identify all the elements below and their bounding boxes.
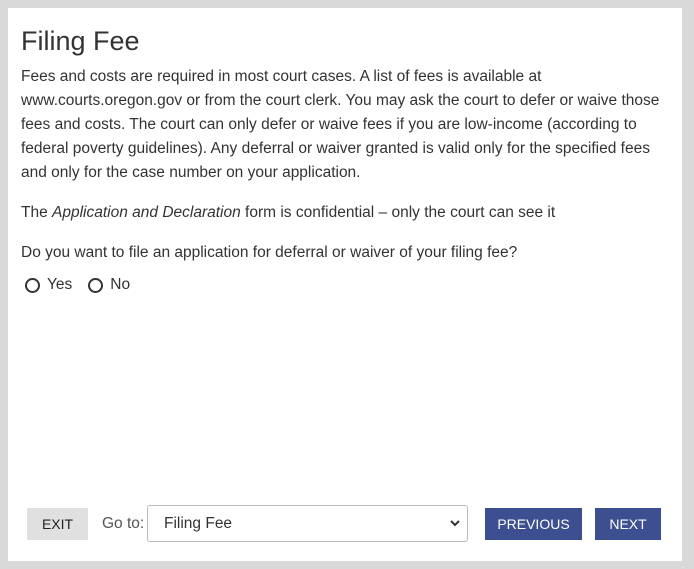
radio-yes-label: Yes: [47, 276, 73, 293]
confidential-notice-prefix: The: [21, 204, 53, 221]
radio-no-label: No: [110, 276, 131, 293]
radio-option-yes[interactable]: Yes: [25, 276, 72, 294]
radio-yes-circle[interactable]: [25, 277, 40, 293]
goto-select[interactable]: Filing Fee: [147, 505, 468, 542]
page-title: Filing Fee: [21, 26, 140, 56]
main-panel: Filing Fee Fees and costs are required i…: [8, 8, 682, 561]
waiver-question: Do you want to file an application for d…: [21, 244, 518, 261]
goto-selected-value: Filing Fee: [164, 514, 233, 532]
waiver-radio-group: Yes No: [25, 276, 146, 294]
confidential-notice: The Application and Declaration form is …: [21, 201, 667, 225]
radio-no-circle[interactable]: [88, 277, 104, 293]
next-button[interactable]: NEXT: [595, 508, 661, 540]
fee-info-paragraph: Fees and costs are required in most cour…: [21, 68, 660, 181]
footer-nav: EXIT Go to: Filing Fee PREVIOUS NEXT: [27, 505, 667, 542]
form-name-emphasis: Application and Declaration: [52, 204, 241, 221]
radio-option-no[interactable]: No: [88, 276, 130, 294]
confidential-notice-suffix: form is confidential – only the court ca…: [240, 204, 556, 221]
previous-button[interactable]: PREVIOUS: [485, 508, 582, 540]
exit-button[interactable]: EXIT: [27, 508, 88, 540]
chevron-down-icon: [450, 520, 460, 527]
goto-label: Go to:: [102, 515, 145, 532]
